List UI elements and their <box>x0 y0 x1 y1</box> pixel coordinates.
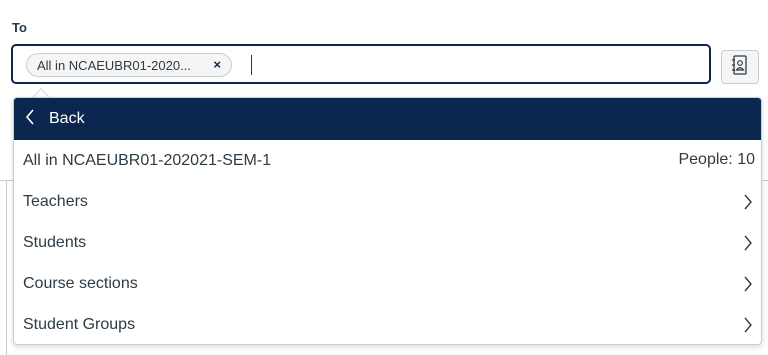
recipient-chip-label: All in NCAEUBR01-2020... <box>37 57 191 73</box>
menu-item-student-groups[interactable]: Student Groups <box>14 304 761 344</box>
background-divider <box>762 180 768 181</box>
background-divider <box>6 181 7 355</box>
back-label: Back <box>49 110 85 127</box>
menu-item-teachers[interactable]: Teachers <box>14 181 761 222</box>
context-row[interactable]: All in NCAEUBR01-202021-SEM-1 People: 10 <box>14 140 761 181</box>
chevron-right-icon <box>743 276 753 297</box>
back-button[interactable]: Back <box>14 98 761 140</box>
recipient-input-field[interactable]: All in NCAEUBR01-2020... × <box>11 44 711 84</box>
context-label: All in NCAEUBR01-202021-SEM-1 <box>23 151 272 169</box>
menu-item-course-sections[interactable]: Course sections <box>14 263 761 304</box>
text-caret <box>251 55 252 75</box>
menu-item-students[interactable]: Students <box>14 222 761 263</box>
recipient-dropdown: Back All in NCAEUBR01-202021-SEM-1 Peopl… <box>13 97 762 345</box>
people-count: People: 10 <box>678 151 755 168</box>
dropdown-pointer <box>33 88 49 97</box>
chevron-left-icon <box>25 108 35 130</box>
chevron-right-icon <box>743 235 753 256</box>
chip-remove-icon[interactable]: × <box>213 57 221 72</box>
menu-item-label: Student Groups <box>23 315 136 333</box>
to-label: To <box>12 20 27 35</box>
menu-item-label: Course sections <box>23 274 138 292</box>
address-book-icon <box>731 54 749 80</box>
recipient-chip[interactable]: All in NCAEUBR01-2020... × <box>26 53 232 77</box>
chevron-right-icon <box>743 194 753 215</box>
menu-item-label: Students <box>23 233 87 251</box>
menu-item-label: Teachers <box>23 192 88 210</box>
chevron-right-icon <box>743 317 753 338</box>
compose-recipient-panel: To All in NCAEUBR01-2020... × Back All i… <box>0 0 768 355</box>
address-book-button[interactable] <box>721 50 759 84</box>
